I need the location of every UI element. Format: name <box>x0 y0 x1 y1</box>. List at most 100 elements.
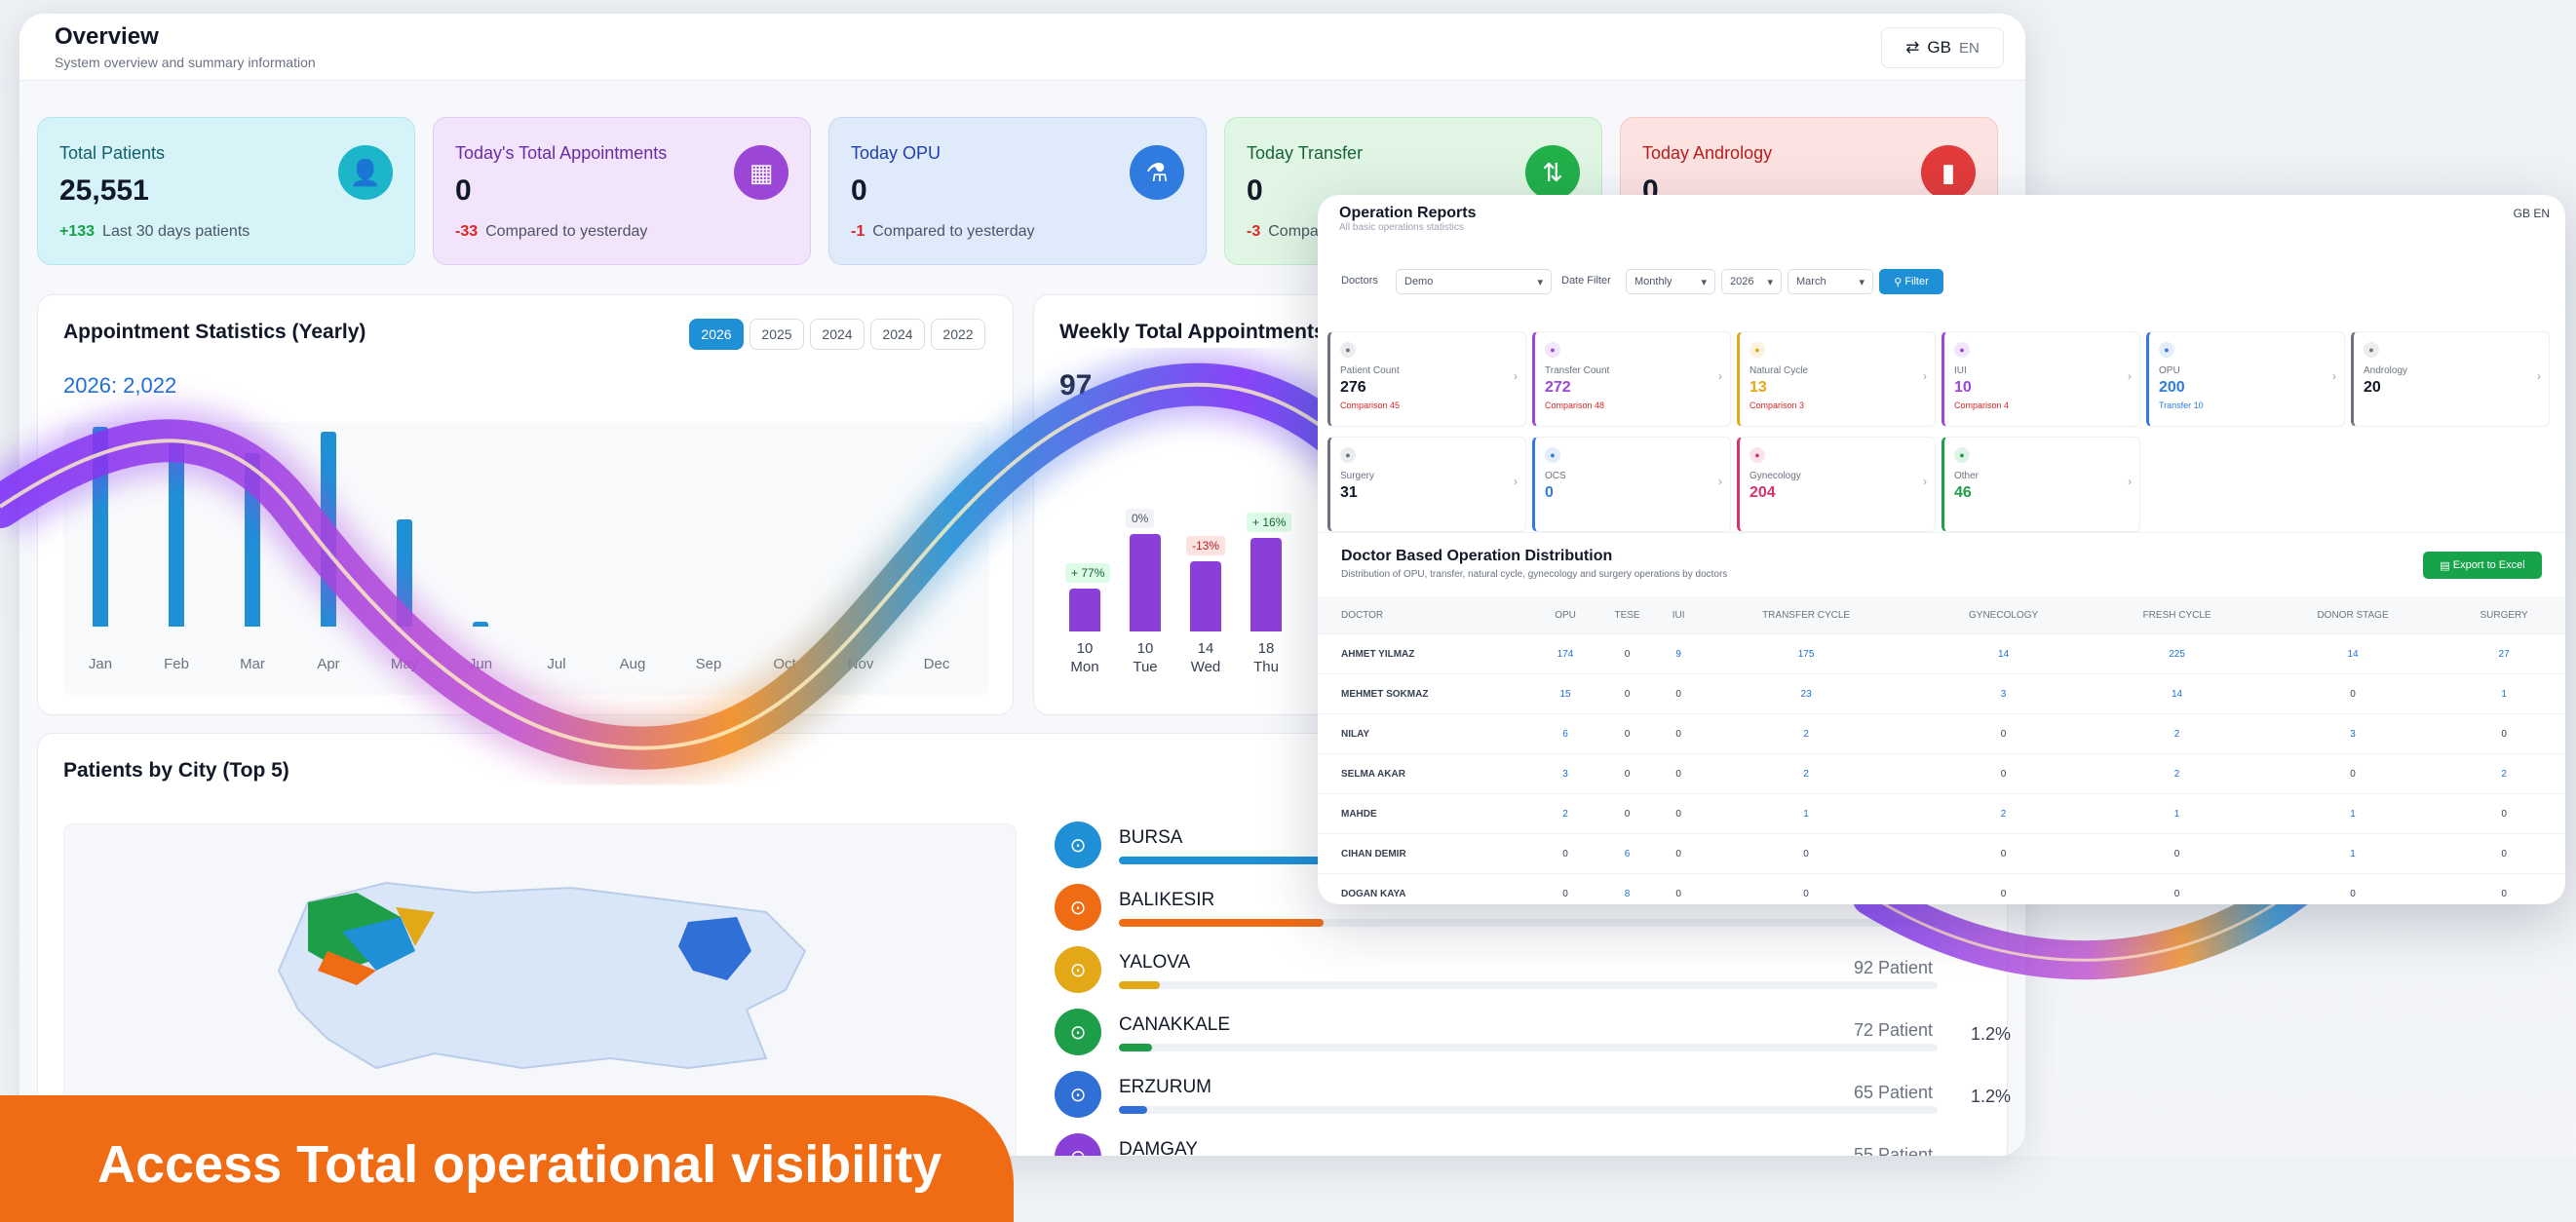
divider <box>1318 532 2565 533</box>
stat-sub: Comparison 4 <box>1954 401 2010 410</box>
promo-banner: Access Total operational visibility <box>0 1095 1014 1222</box>
filter-icon: ⚲ <box>1894 276 1905 288</box>
cell-value: 27 <box>2442 633 2565 674</box>
distribution-subtitle: Distribution of OPU, transfer, natural c… <box>1341 569 1728 580</box>
chevron-down-icon: ▾ <box>1701 276 1707 288</box>
cell-value: 23 <box>1696 673 1916 714</box>
table-row[interactable]: DOGAN KAYA 0 8 0 0 0 0 0 0 <box>1318 873 2565 904</box>
doctor-name: MEHMET SOKMAZ <box>1318 673 1537 714</box>
operation-stat-card[interactable]: ● Patient Count 276 Comparison 45 › <box>1327 331 1526 427</box>
cell-value: 0 <box>2262 673 2443 714</box>
operation-stat-card[interactable]: ● OCS 0 › <box>1532 437 1731 532</box>
stat-label: OPU <box>2159 365 2180 376</box>
column-header[interactable]: GYNECOLOGY <box>1915 596 2092 634</box>
operation-stat-card[interactable]: ● Andrology 20 › <box>2351 331 2550 427</box>
stat-sub: Comparison 45 <box>1340 401 1401 410</box>
doctor-name: MAHDE <box>1318 793 1537 834</box>
operation-stat-card[interactable]: ● Other 46 › <box>1942 437 2140 532</box>
operation-stat-card[interactable]: ● Surgery 31 › <box>1327 437 1526 532</box>
operation-stat-card[interactable]: ● OPU 200 Transfer 10 › <box>2146 331 2345 427</box>
table-row[interactable]: SELMA AKAR 3 0 0 2 0 2 0 2 <box>1318 753 2565 794</box>
chevron-right-icon: › <box>2537 369 2541 383</box>
operation-stat-card[interactable]: ● Gynecology 204 › <box>1737 437 1936 532</box>
cell-value: 6 <box>1594 833 1662 874</box>
column-header[interactable]: DOCTOR <box>1318 596 1537 634</box>
stat-icon: ● <box>1749 447 1765 463</box>
cell-value: 15 <box>1537 673 1595 714</box>
export-excel-button[interactable]: ▤ Export to Excel <box>2423 552 2542 579</box>
doctor-name: DOGAN KAYA <box>1318 873 1537 904</box>
doctor-value: Demo <box>1404 276 1434 287</box>
cell-value: 0 <box>2262 873 2443 904</box>
cell-value: 2 <box>1696 753 1916 794</box>
column-header[interactable]: SURGERY <box>2442 596 2565 634</box>
cell-value: 0 <box>2442 793 2565 834</box>
operation-stat-card[interactable]: ● Transfer Count 272 Comparison 48 › <box>1532 331 1731 427</box>
cell-value: 0 <box>1594 673 1662 714</box>
chevron-down-icon: ▾ <box>1767 276 1773 288</box>
table-row[interactable]: MEHMET SOKMAZ 15 0 0 23 3 14 0 1 <box>1318 673 2565 714</box>
cell-value: 6 <box>1537 713 1595 754</box>
stat-label: Transfer Count <box>1545 365 1610 376</box>
cell-value: 0 <box>1661 673 1697 714</box>
operations-table: DOCTOR OPU TESE IUI TRANSFER CYCLE GYNECOLOGY… <box>1318 596 2565 904</box>
column-header[interactable]: TESE <box>1594 596 1662 634</box>
filter-button[interactable]: ⚲ Filter <box>1879 269 1943 294</box>
period-select[interactable]: Monthly ▾ <box>1626 269 1715 294</box>
column-header[interactable]: TRANSFER CYCLE <box>1696 596 1916 634</box>
operation-reports-window: Operation Reports All basic operations s… <box>1318 195 2565 904</box>
cell-value: 0 <box>1594 753 1662 794</box>
language-switcher[interactable]: GB EN <box>2514 207 2550 220</box>
cell-value: 0 <box>2091 833 2263 874</box>
stat-sub: Comparison 48 <box>1545 401 1605 410</box>
chevron-right-icon: › <box>2128 369 2132 383</box>
column-header[interactable]: FRESH CYCLE <box>2091 596 2263 634</box>
table-header: DOCTOR OPU TESE IUI TRANSFER CYCLE GYNECOLOGY… <box>1318 596 2565 634</box>
cell-value: 2 <box>1696 713 1916 754</box>
stat-value: 13 <box>1749 379 1767 396</box>
cell-value: 3 <box>2262 713 2443 754</box>
cell-value: 0 <box>1594 633 1662 674</box>
stat-value: 20 <box>2364 379 2381 396</box>
cell-value: 0 <box>1661 833 1697 874</box>
year-select[interactable]: 2026 ▾ <box>1721 269 1782 294</box>
table-row[interactable]: MAHDE 2 0 0 1 2 1 1 0 <box>1318 793 2565 834</box>
operation-stat-card[interactable]: ● IUI 10 Comparison 4 › <box>1942 331 2140 427</box>
stat-icon: ● <box>1954 342 1970 358</box>
column-header[interactable]: IUI <box>1661 596 1697 634</box>
period-value: Monthly <box>1634 276 1672 287</box>
cell-value: 0 <box>2262 753 2443 794</box>
cell-value: 175 <box>1696 633 1916 674</box>
stat-label: Andrology <box>2364 365 2408 376</box>
excel-icon: ▤ <box>2440 559 2453 572</box>
cell-value: 0 <box>1661 753 1697 794</box>
window-subtitle: All basic operations statistics <box>1339 222 1464 233</box>
cell-value: 0 <box>1696 873 1916 904</box>
cell-value: 225 <box>2091 633 2263 674</box>
column-header[interactable]: DONOR STAGE <box>2262 596 2443 634</box>
doctor-select[interactable]: Demo ▾ <box>1396 269 1552 294</box>
stat-label: OCS <box>1545 471 1566 481</box>
operation-stat-card[interactable]: ● Natural Cycle 13 Comparison 3 › <box>1737 331 1936 427</box>
stat-value: 46 <box>1954 484 1972 501</box>
cell-value: 2 <box>1537 793 1595 834</box>
stat-sub: Transfer 10 <box>2159 401 2204 410</box>
chevron-right-icon: › <box>2128 475 2132 488</box>
stat-label: Surgery <box>1340 471 1375 481</box>
column-header[interactable]: OPU <box>1537 596 1595 634</box>
month-select[interactable]: March ▾ <box>1788 269 1873 294</box>
table-row[interactable]: NILAY 6 0 0 2 0 2 3 0 <box>1318 713 2565 754</box>
stat-label: IUI <box>1954 365 1967 376</box>
cell-value: 0 <box>2442 833 2565 874</box>
stat-icon: ● <box>1954 447 1970 463</box>
cell-value: 2 <box>2091 753 2263 794</box>
cell-value: 2 <box>2091 713 2263 754</box>
chevron-right-icon: › <box>1718 369 1722 383</box>
table-row[interactable]: CIHAN DEMIR 0 6 0 0 0 0 1 0 <box>1318 833 2565 874</box>
stat-label: Gynecology <box>1749 471 1801 481</box>
table-row[interactable]: AHMET YILMAZ 174 0 9 175 14 225 14 27 <box>1318 633 2565 674</box>
stat-icon: ● <box>1340 447 1356 463</box>
cell-value: 174 <box>1537 633 1595 674</box>
stat-value: 0 <box>1545 484 1554 501</box>
chevron-right-icon: › <box>2332 369 2336 383</box>
